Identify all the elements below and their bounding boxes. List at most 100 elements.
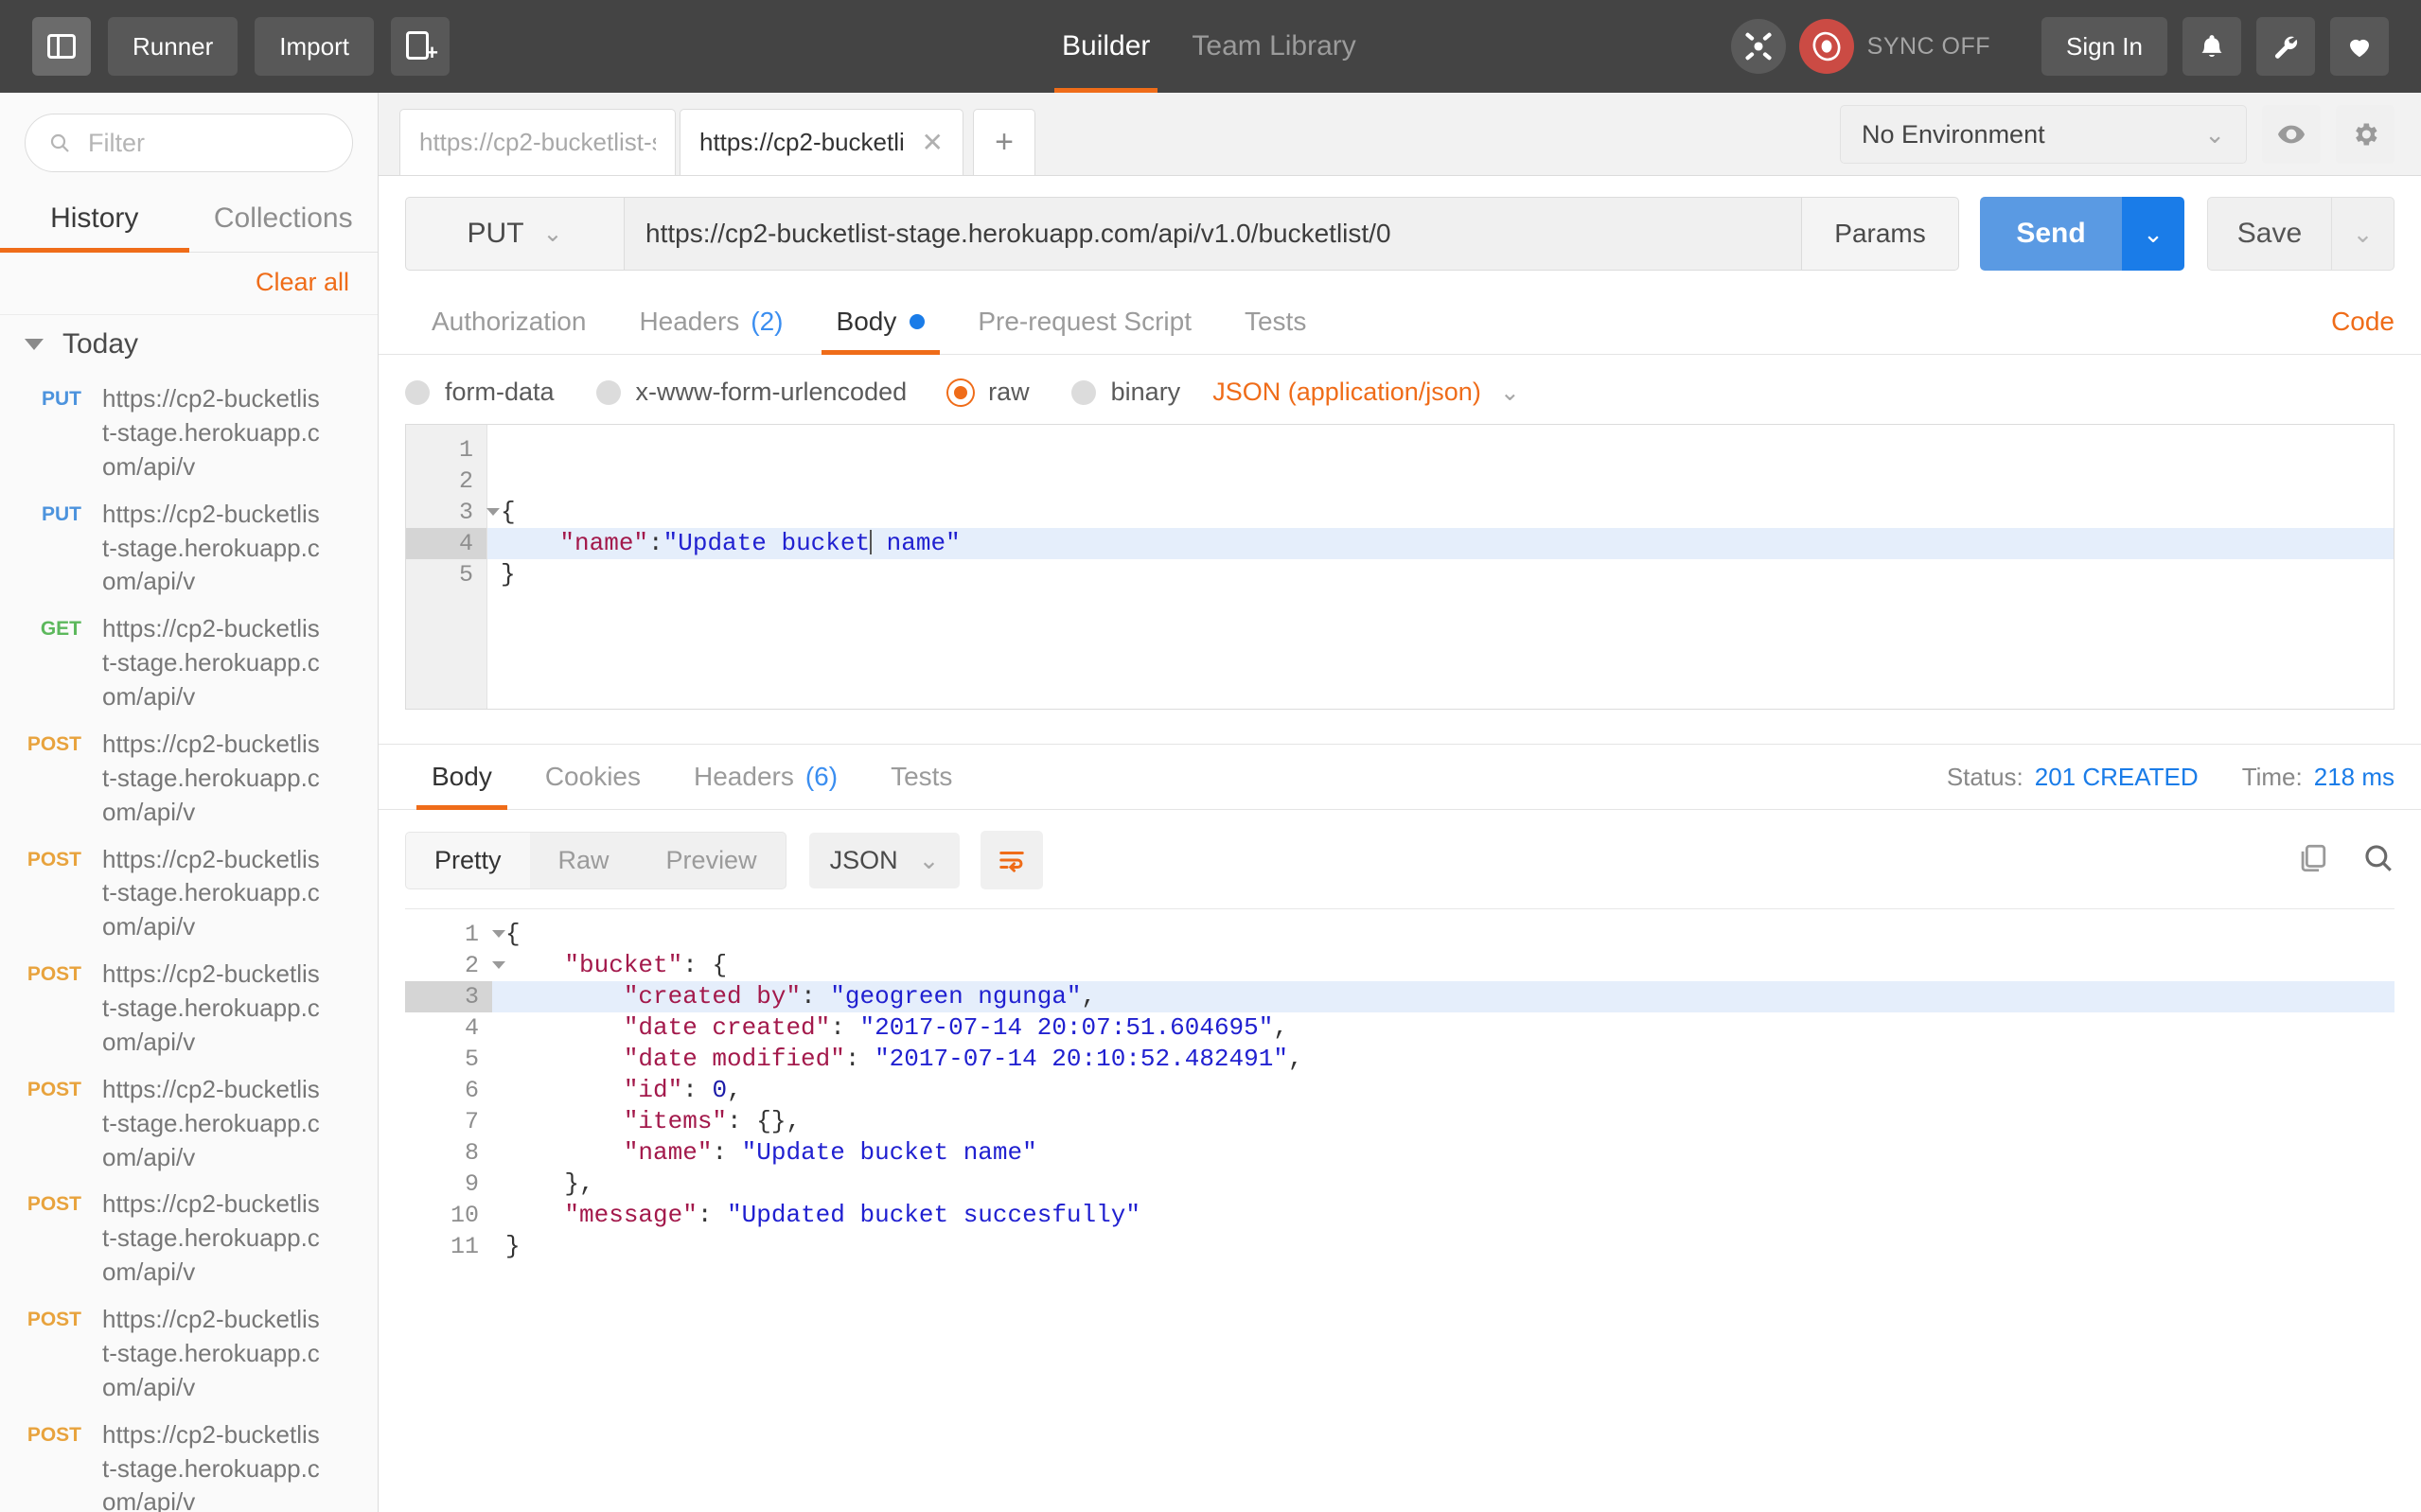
favorites-button[interactable]	[2330, 17, 2389, 76]
request-tab-headers[interactable]: Headers(2)	[612, 290, 809, 354]
code-token: "date created"	[505, 1013, 830, 1042]
clear-all-button[interactable]: Clear all	[256, 268, 349, 296]
copy-button[interactable]	[2296, 842, 2328, 879]
chevron-down-icon: ⌄	[1500, 378, 1520, 407]
history-item[interactable]: POSThttps://cp2-bucketlist-stage.herokua…	[0, 1412, 378, 1512]
new-request-button[interactable]: +	[391, 17, 450, 76]
runner-button[interactable]: Runner	[108, 17, 238, 76]
code-token: "created by"	[505, 982, 801, 1011]
params-button[interactable]: Params	[1802, 197, 1959, 271]
response-tab-headers[interactable]: Headers(6)	[667, 745, 864, 809]
chevron-down-icon: ⌄	[543, 220, 563, 248]
request-tab-authorization[interactable]: Authorization	[405, 290, 612, 354]
request-tab-body[interactable]: Body	[810, 290, 952, 354]
send-button[interactable]: Send	[1980, 197, 2122, 271]
search-response-button[interactable]	[2362, 842, 2394, 879]
filter-box[interactable]	[25, 114, 353, 172]
history-item[interactable]: PUThttps://cp2-bucketlist-stage.herokuap…	[0, 491, 378, 607]
request-tab-1-label: https://cp2-bucketlist-stage.	[419, 128, 656, 157]
view-mode-pretty[interactable]: Pretty	[406, 833, 530, 888]
bell-icon	[2198, 32, 2226, 61]
history-group-today[interactable]: Today	[0, 314, 378, 376]
sidebar-tab-history[interactable]: History	[0, 187, 189, 252]
response-meta: Status:201 CREATEDTime:218 ms	[1947, 763, 2394, 792]
history-item-url: https://cp2-bucketlist-stage.herokuapp.c…	[102, 498, 320, 600]
request-tab-1[interactable]: https://cp2-bucketlist-stage.	[399, 109, 676, 175]
code-token: :	[682, 1076, 712, 1104]
history-item-method: POST	[0, 728, 102, 830]
request-tab-strip: https://cp2-bucketlist-stage. https://cp…	[379, 93, 2421, 176]
response-format-select[interactable]: JSON ⌄	[809, 833, 961, 888]
history-item[interactable]: GEThttps://cp2-bucketlist-stage.herokuap…	[0, 606, 378, 721]
code-link[interactable]: Code	[2331, 307, 2394, 337]
sidebar-toggle-button[interactable]	[32, 17, 91, 76]
history-item[interactable]: POSThttps://cp2-bucketlist-stage.herokua…	[0, 836, 378, 952]
word-wrap-button[interactable]	[981, 831, 1043, 889]
fold-arrow-icon[interactable]	[492, 961, 505, 969]
response-format-label: JSON	[830, 846, 898, 875]
body-type-x-www-form-urlencoded[interactable]: x-www-form-urlencoded	[596, 378, 908, 407]
response-tab-body[interactable]: Body	[405, 745, 519, 809]
history-item[interactable]: POSThttps://cp2-bucketlist-stage.herokua…	[0, 951, 378, 1066]
filter-input[interactable]	[88, 129, 329, 158]
add-request-tab-button[interactable]: +	[973, 109, 1035, 175]
view-mode-raw[interactable]: Raw	[530, 833, 638, 888]
code-token: }	[501, 560, 516, 589]
tab-label: Headers	[639, 307, 739, 337]
sidebar-tab-collections[interactable]: Collections	[189, 187, 379, 252]
interceptor-icon[interactable]	[1731, 19, 1786, 74]
history-item[interactable]: POSThttps://cp2-bucketlist-stage.herokua…	[0, 1296, 378, 1412]
response-body-editor[interactable]: 1234567891011 { "bucket": { "created by"…	[405, 908, 2394, 1512]
fold-arrow-icon[interactable]	[492, 930, 505, 938]
save-group: Save ⌄	[2207, 197, 2394, 271]
request-tab-pre-request-script[interactable]: Pre-request Script	[951, 290, 1218, 354]
view-mode-preview[interactable]: Preview	[638, 833, 786, 888]
environment-quick-look-button[interactable]	[2262, 105, 2321, 164]
notifications-button[interactable]	[2182, 17, 2241, 76]
environment-select[interactable]: No Environment ⌄	[1840, 105, 2247, 164]
request-line-number: 5	[406, 559, 486, 590]
environment-settings-button[interactable]	[2336, 105, 2394, 164]
request-editor-gutter: 12345	[406, 425, 487, 709]
code-token: :	[698, 1201, 727, 1229]
history-item-url: https://cp2-bucketlist-stage.herokuapp.c…	[102, 1418, 320, 1512]
tab-count: (6)	[805, 762, 838, 792]
body-type-binary[interactable]: binary	[1071, 378, 1181, 407]
history-list[interactable]: PUThttps://cp2-bucketlist-stage.herokuap…	[0, 376, 378, 1512]
save-options-button[interactable]: ⌄	[2332, 197, 2394, 271]
history-item[interactable]: PUThttps://cp2-bucketlist-stage.herokuap…	[0, 376, 378, 491]
request-tab-tests[interactable]: Tests	[1218, 290, 1333, 354]
content-type-select[interactable]: JSON (application/json)	[1212, 378, 1481, 407]
tab-builder[interactable]: Builder	[1041, 0, 1171, 93]
sign-in-button[interactable]: Sign In	[2041, 17, 2167, 76]
import-button[interactable]: Import	[255, 17, 374, 76]
url-input[interactable]: https://cp2-bucketlist-stage.herokuapp.c…	[625, 197, 1802, 271]
response-line-number: 5	[405, 1044, 492, 1075]
settings-wrench-button[interactable]	[2256, 17, 2315, 76]
response-line-number: 10	[405, 1200, 492, 1231]
response-line-number: 4	[405, 1012, 492, 1044]
history-item[interactable]: POSThttps://cp2-bucketlist-stage.herokua…	[0, 1066, 378, 1182]
send-options-button[interactable]: ⌄	[2122, 197, 2184, 271]
history-item[interactable]: POSThttps://cp2-bucketlist-stage.herokua…	[0, 1181, 378, 1296]
fold-arrow-icon[interactable]	[486, 508, 500, 516]
sync-status-icon[interactable]	[1799, 19, 1854, 74]
request-editor-code[interactable]: { "name":"Update bucket name"}	[487, 425, 2394, 709]
request-tab-2[interactable]: https://cp2-bucketlist- ✕	[680, 109, 963, 175]
tab-team-library[interactable]: Team Library	[1171, 0, 1376, 93]
radio-icon	[948, 380, 973, 405]
history-item[interactable]: POSThttps://cp2-bucketlist-stage.herokua…	[0, 721, 378, 836]
save-button[interactable]: Save	[2207, 197, 2332, 271]
request-code-line	[487, 434, 2394, 466]
http-method-select[interactable]: PUT ⌄	[405, 197, 625, 271]
response-tab-tests[interactable]: Tests	[864, 745, 979, 809]
request-body-editor[interactable]: 12345 { "name":"Update bucket name"}	[405, 424, 2394, 710]
code-token: "bucket"	[505, 951, 682, 979]
body-type-raw[interactable]: raw	[948, 378, 1030, 407]
response-editor-code[interactable]: { "bucket": { "created by": "geogreen ng…	[492, 909, 2394, 1512]
response-line-number: 6	[405, 1075, 492, 1106]
response-tab-cookies[interactable]: Cookies	[519, 745, 667, 809]
body-type-form-data[interactable]: form-data	[405, 378, 555, 407]
close-icon[interactable]: ✕	[922, 127, 944, 158]
main-nav-tabs: Builder Team Library	[1041, 0, 1377, 93]
